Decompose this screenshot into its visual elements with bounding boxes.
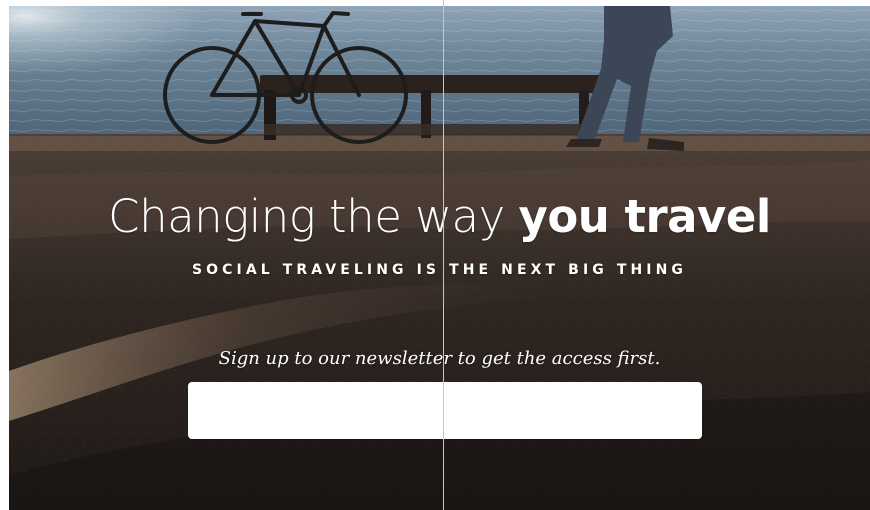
page-frame: Changing the way you travel SOCIAL TRAVE… bbox=[0, 0, 870, 510]
newsletter-tagline: Sign up to our newsletter to get the acc… bbox=[218, 348, 661, 369]
vertical-guide-line bbox=[443, 0, 444, 510]
headline-bold-text: you travel bbox=[518, 190, 772, 243]
hero-subheadline: SOCIAL TRAVELING IS THE NEXT BIG THING bbox=[191, 262, 688, 278]
newsletter-email-input[interactable] bbox=[188, 382, 702, 439]
headline-regular-text: Changing the way bbox=[108, 190, 505, 243]
hero-section: Changing the way you travel SOCIAL TRAVE… bbox=[9, 6, 870, 510]
hero-headline: Changing the way you travel bbox=[9, 188, 870, 246]
